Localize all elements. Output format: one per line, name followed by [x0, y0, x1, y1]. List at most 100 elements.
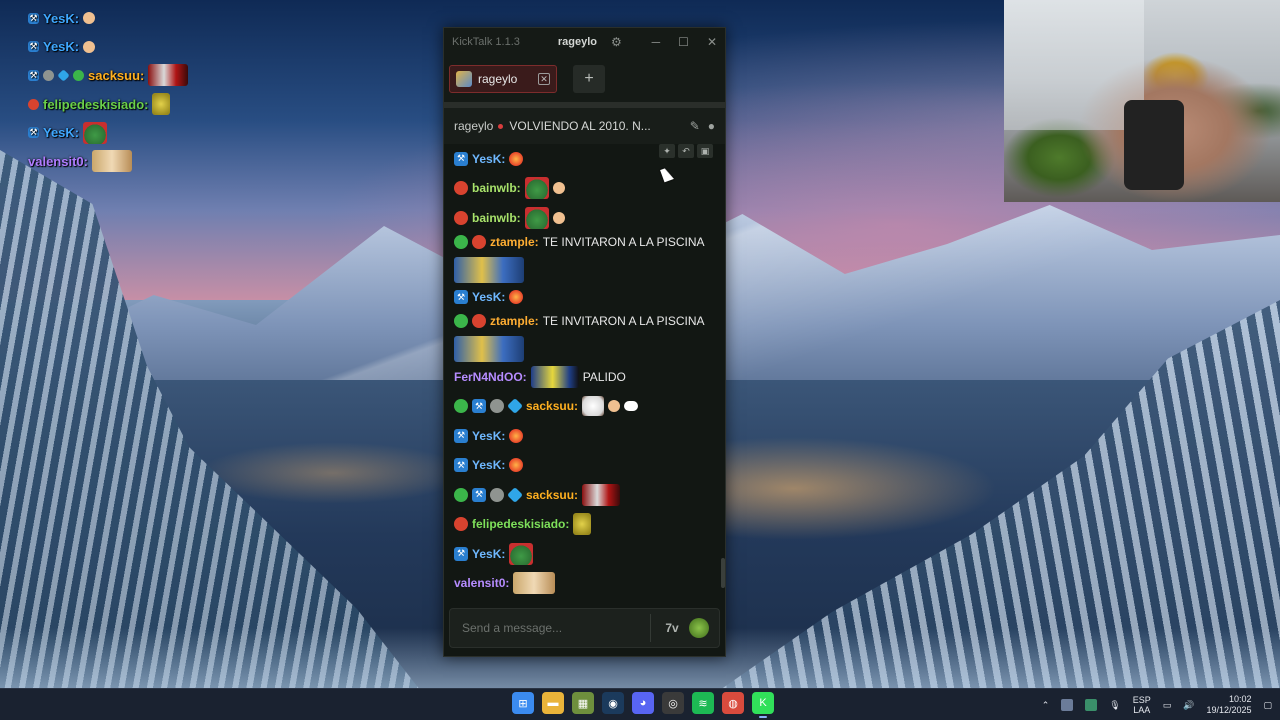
snow-emote-icon[interactable] [582, 396, 605, 417]
add-tab-button[interactable]: + [573, 65, 605, 93]
title-bar[interactable]: KickTalk 1.1.3 rageylo ⚙ ─ ☐ ✕ [444, 28, 725, 56]
obs-app[interactable]: ◎ [662, 692, 684, 714]
cube-badge-icon [507, 486, 523, 503]
chat-text: TE INVITARON A LA PISCINA [542, 314, 705, 328]
notification-icon[interactable]: ▢ [1263, 700, 1272, 711]
chat-message[interactable]: ⚒ YesK: [454, 539, 715, 569]
pin-message-icon[interactable]: ✦ [659, 144, 675, 158]
fire-emote-icon[interactable] [509, 151, 524, 166]
start-button[interactable]: ⊞ [512, 692, 534, 714]
clock[interactable]: 10:02 19/12/2025 [1206, 694, 1251, 716]
fire-emote-icon[interactable] [509, 428, 524, 443]
kicktalk-app[interactable]: K [752, 692, 774, 718]
santa-emote-icon[interactable] [582, 483, 621, 506]
small-emote-icon[interactable] [552, 182, 565, 195]
mod-badge-icon: ⚒ [28, 127, 39, 139]
close-tab-icon[interactable]: ✕ [538, 73, 550, 85]
chat-message[interactable]: bainwlb: [454, 203, 715, 233]
chat-message[interactable]: bainwlb: [454, 174, 715, 204]
chat-message[interactable]: ⚒ sacksuu: [454, 392, 715, 422]
mod-badge-icon: ⚒ [28, 69, 39, 81]
mod-badge-icon: ⚒ [472, 487, 486, 502]
pepe-emote-icon[interactable] [524, 177, 549, 200]
mod-badge-icon: ⚒ [28, 12, 39, 24]
chat-username[interactable]: felipedeskisiado: [472, 517, 569, 531]
chat-message[interactable]: ⚒ YesK: [454, 283, 715, 313]
chrome-app[interactable]: ◍ [722, 692, 744, 714]
chat-username[interactable]: bainwlb: [472, 181, 521, 195]
face-emote-icon[interactable] [513, 572, 556, 595]
gear-icon[interactable]: ⚙ [611, 35, 622, 49]
chat-username[interactable]: YesK: [472, 290, 505, 304]
copy-icon[interactable]: ▣ [697, 144, 713, 158]
chat-message[interactable]: felipedeskisiado: [454, 510, 715, 540]
message-input[interactable]: Send a message... 7v [449, 608, 720, 648]
chat-username[interactable]: FerN4NdOO: [454, 370, 527, 384]
reply-icon[interactable]: ↶ [678, 144, 694, 158]
small-emote-icon[interactable] [608, 400, 621, 413]
language-indicator[interactable]: ESP LAA [1133, 695, 1151, 715]
chat-username[interactable]: bainwlb: [472, 211, 521, 225]
chat-username[interactable]: ztample: [490, 235, 539, 249]
discord-app[interactable]: ◕ [632, 692, 654, 714]
cube-badge-icon [57, 69, 70, 82]
chat-username[interactable]: YesK: [472, 547, 505, 561]
chat-username[interactable]: sacksuu: [526, 488, 578, 502]
chat-messages[interactable]: ✦ ↶ ▣ ⚒ YesK: bainwlb: bainwlb: ztample: TE I… [444, 144, 725, 602]
chat-message[interactable]: ztample: TE INVITARON A LA PISCINA [454, 312, 715, 362]
eyes-emote-icon[interactable] [624, 401, 639, 412]
chevron-up-icon[interactable]: ⌃ [1042, 700, 1050, 711]
chat-message[interactable]: ⚒ YesK: [454, 421, 715, 451]
security-icon[interactable] [1085, 699, 1098, 711]
user-icon[interactable]: ● [708, 119, 715, 133]
microphone-icon[interactable]: 🎙 [1109, 700, 1120, 711]
close-icon[interactable]: ✕ [707, 35, 717, 49]
green-badge-icon [454, 399, 468, 414]
chat-message[interactable]: ⚒ sacksuu: [454, 480, 715, 510]
wide-emote-icon[interactable] [454, 256, 524, 283]
tab-rageylo[interactable]: rageylo ✕ [449, 65, 557, 93]
car-emote-icon[interactable] [530, 365, 579, 388]
sync-icon[interactable] [1061, 699, 1074, 711]
chat-username[interactable]: valensit0: [454, 576, 509, 590]
chat-message[interactable]: valensit0: [454, 569, 715, 599]
volume-icon[interactable]: 🔊 [1183, 700, 1194, 711]
tab-label: rageylo [478, 72, 518, 86]
green-badge-icon [454, 314, 468, 328]
chat-username[interactable]: YesK: [472, 152, 505, 166]
fire-emote-icon[interactable] [509, 290, 524, 305]
chat-message[interactable]: FerN4NdOO: PALIDO [454, 362, 715, 392]
kicktalk-window: KickTalk 1.1.3 rageylo ⚙ ─ ☐ ✕ rageylo ✕… [443, 27, 726, 657]
stream-chat-overlay: ⚒ YesK: ⚒ YesK: ⚒ sacksuu: felipedeskisiado: ⚒ Y… [28, 4, 328, 176]
chat-scrollbar[interactable] [721, 558, 725, 588]
chat-username[interactable]: sacksuu: [526, 399, 578, 413]
chat-message[interactable]: ztample: TE INVITARON A LA PISCINA [454, 233, 715, 283]
overlay-row: felipedeskisiado: [28, 90, 328, 119]
pepe-emote-icon[interactable] [509, 542, 534, 565]
seventv-icon[interactable]: 7v [659, 615, 685, 641]
wide-emote-icon[interactable] [454, 336, 524, 362]
red-badge-icon [454, 181, 468, 196]
title-channel: rageylo [557, 36, 598, 48]
steam-app[interactable]: ◉ [602, 692, 624, 714]
emote-picker-icon[interactable] [689, 618, 709, 638]
chat-message[interactable]: ⚒ YesK: [454, 451, 715, 481]
lang-bottom: LAA [1133, 705, 1151, 715]
maximize-icon[interactable]: ☐ [678, 35, 689, 49]
minecraft-app[interactable]: ▦ [572, 692, 594, 714]
small-emote-icon[interactable] [552, 211, 565, 224]
file-explorer-app[interactable]: ▬ [542, 692, 564, 714]
green-badge-icon [454, 234, 468, 249]
banana-emote-icon[interactable] [573, 513, 592, 536]
pin-icon[interactable]: ✎ [690, 119, 700, 133]
overlay-row: ⚒ YesK: [28, 33, 328, 62]
pepe-emote-icon[interactable] [524, 206, 549, 229]
fire-emote-icon[interactable] [509, 458, 524, 473]
spotify-app[interactable]: ≋ [692, 692, 714, 714]
network-icon[interactable]: ▭ [1163, 700, 1172, 711]
chat-username[interactable]: YesK: [472, 429, 505, 443]
chat-text: PALIDO [582, 369, 626, 384]
minimize-icon[interactable]: ─ [652, 35, 661, 49]
chat-username[interactable]: ztample: [490, 314, 539, 328]
chat-username[interactable]: YesK: [472, 458, 505, 472]
